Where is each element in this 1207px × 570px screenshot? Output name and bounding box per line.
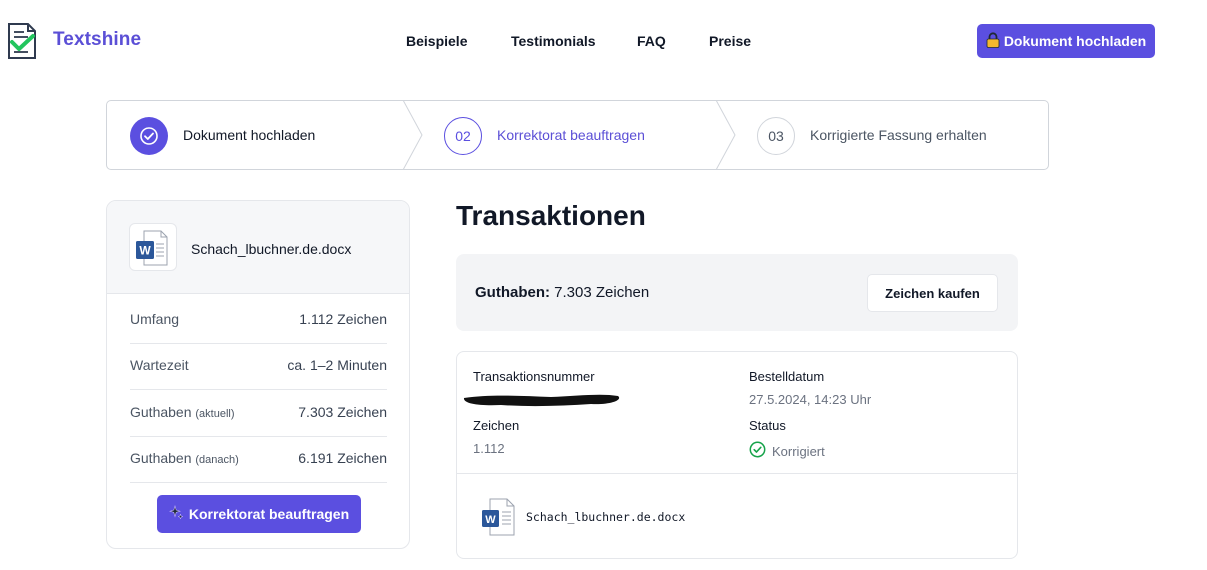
transaction-number-label: Transaktionsnummer <box>473 369 595 384</box>
summary-key: Guthaben (danach) <box>130 450 239 466</box>
summary-note: (danach) <box>195 454 239 466</box>
summary-value: 7.303 Zeichen <box>298 404 387 420</box>
characters-label: Zeichen <box>473 418 520 433</box>
step-3-number: 03 <box>757 117 795 155</box>
check-circle-icon <box>749 441 766 461</box>
summary-row-wartezeit: Wartezeit ca. 1–2 Minuten <box>130 344 387 390</box>
summary-value: 1.112 Zeichen <box>299 311 387 327</box>
summary-key: Guthaben (aktuell) <box>130 404 235 420</box>
transaction-file-link[interactable]: Schach_lbuchner.de.docx <box>526 510 685 524</box>
svg-text:W: W <box>139 244 151 258</box>
file-header: W Schach_lbuchner.de.docx <box>107 201 409 294</box>
page-title: Transaktionen <box>456 200 646 231</box>
balance-label: Guthaben: <box>475 284 550 301</box>
summary-file-name: Schach_lbuchner.de.docx <box>191 241 352 257</box>
transaction-card: Transaktionsnummer Bestelldatum 27.5.202… <box>456 351 1018 559</box>
summary-key: Umfang <box>130 311 180 327</box>
redacted-transaction-number <box>463 394 620 407</box>
status-label: Status <box>749 418 786 433</box>
nav-link-beispiele[interactable]: Beispiele <box>406 33 467 49</box>
step-2-label: Korrektorat beauftragen <box>497 127 645 143</box>
summary-row-guthaben-aktuell: Guthaben (aktuell) 7.303 Zeichen <box>130 391 387 437</box>
nav-link-preise[interactable]: Preise <box>709 33 751 49</box>
summary-key: Wartezeit <box>130 357 189 373</box>
balance-value: 7.303 Zeichen <box>554 284 650 301</box>
upload-document-button[interactable]: Dokument hochladen <box>977 24 1155 58</box>
upload-document-label: Dokument hochladen <box>1003 33 1147 49</box>
characters-value: 1.112 <box>473 441 505 456</box>
summary-row-umfang: Umfang 1.112 Zeichen <box>130 298 387 344</box>
order-summary-card: W Schach_lbuchner.de.docx Umfang 1.112 Z… <box>106 200 410 549</box>
sparkle-icon <box>168 504 184 523</box>
balance-text: Guthaben: 7.303 Zeichen <box>475 284 649 301</box>
step-1-label: Dokument hochladen <box>183 127 316 143</box>
nav-link-testimonials[interactable]: Testimonials <box>511 33 596 49</box>
brand-name[interactable]: Textshine <box>53 29 141 51</box>
nav-link-faq[interactable]: FAQ <box>637 33 666 49</box>
summary-value: 6.191 Zeichen <box>298 450 387 466</box>
step-separator-icon <box>402 100 423 170</box>
buy-characters-button[interactable]: Zeichen kaufen <box>867 274 998 312</box>
status-badge: Korrigiert <box>749 441 825 461</box>
divider <box>457 473 1017 474</box>
order-proofreading-label: Korrektorat beauftragen <box>188 506 350 522</box>
summary-note: (aktuell) <box>195 408 235 420</box>
summary-value: ca. 1–2 Minuten <box>287 357 387 373</box>
word-document-icon: W <box>129 223 177 271</box>
order-date-value: 27.5.2024, 14:23 Uhr <box>749 392 872 407</box>
status-value: Korrigiert <box>772 443 825 459</box>
progress-stepper: Dokument hochladen 02 Korrektorat beauft… <box>106 100 1049 170</box>
summary-row-guthaben-danach: Guthaben (danach) 6.191 Zeichen <box>130 437 387 483</box>
order-date-label: Bestelldatum <box>749 369 825 384</box>
order-proofreading-button[interactable]: Korrektorat beauftragen <box>157 495 361 533</box>
textshine-logo-icon[interactable] <box>6 21 38 61</box>
step-done-check-icon <box>130 117 168 155</box>
lock-icon <box>986 31 1000 51</box>
svg-text:W: W <box>485 514 496 526</box>
step-separator-icon <box>715 100 736 170</box>
balance-panel: Guthaben: 7.303 Zeichen Zeichen kaufen <box>456 254 1018 331</box>
step-2-number: 02 <box>444 117 482 155</box>
word-document-icon: W <box>481 498 517 536</box>
step-3-label: Korrigierte Fassung erhalten <box>810 127 987 143</box>
